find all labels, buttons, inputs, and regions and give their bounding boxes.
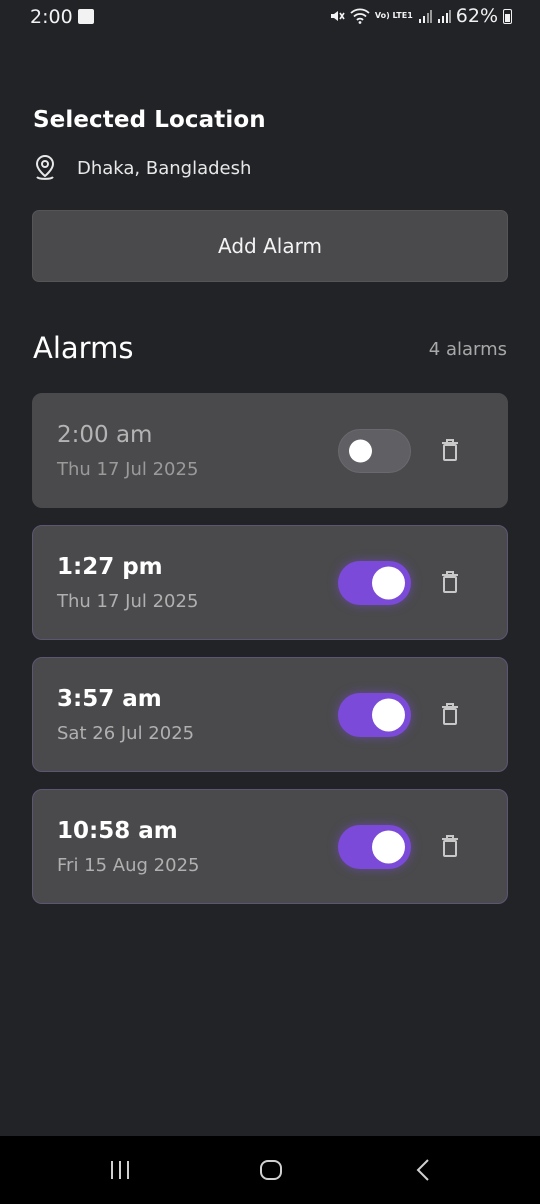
back-button[interactable]	[413, 1158, 433, 1182]
alarm-toggle[interactable]	[338, 561, 411, 605]
wifi-icon	[350, 8, 370, 24]
signal-icon-2	[437, 10, 451, 23]
alarm-time: 1:27 pm	[57, 554, 163, 580]
alarm-card: 10:58 am Fri 15 Aug 2025	[32, 789, 508, 904]
location-row: Dhaka, Bangladesh	[33, 154, 251, 182]
status-time: 2:00	[30, 6, 73, 28]
toggle-knob	[372, 830, 405, 864]
back-icon	[416, 1159, 429, 1181]
alarm-card: 2:00 am Thu 17 Jul 2025	[32, 393, 508, 508]
alarm-time: 2:00 am	[57, 422, 153, 448]
navigation-bar	[0, 1136, 540, 1204]
delete-button[interactable]	[441, 702, 459, 726]
alarms-count: 4 alarms	[428, 339, 507, 360]
toggle-knob	[372, 566, 405, 600]
add-alarm-button[interactable]: Add Alarm	[32, 210, 508, 282]
location-pin-icon	[35, 154, 55, 180]
delete-button[interactable]	[441, 570, 459, 594]
alarm-toggle[interactable]	[338, 825, 411, 869]
trash-icon	[442, 703, 458, 725]
home-button[interactable]	[259, 1158, 283, 1182]
alarm-card: 1:27 pm Thu 17 Jul 2025	[32, 525, 508, 640]
battery-percent: 62%	[455, 5, 498, 27]
alarm-date: Fri 15 Aug 2025	[57, 855, 200, 876]
lte-label: Vo) LTE1	[374, 11, 413, 20]
selected-location-title: Selected Location	[33, 107, 266, 133]
location-name: Dhaka, Bangladesh	[77, 157, 252, 179]
alarm-toggle[interactable]	[338, 693, 411, 737]
signal-icon-1	[418, 10, 432, 23]
recents-icon	[111, 1161, 129, 1179]
alarm-card: 3:57 am Sat 26 Jul 2025	[32, 657, 508, 772]
trash-icon	[442, 835, 458, 857]
alarm-date: Thu 17 Jul 2025	[57, 459, 199, 480]
toggle-knob	[349, 439, 372, 463]
delete-button[interactable]	[441, 438, 459, 462]
alarm-toggle[interactable]	[338, 429, 411, 473]
alarms-heading: Alarms	[33, 331, 134, 365]
trash-icon	[442, 571, 458, 593]
alarm-date: Sat 26 Jul 2025	[57, 723, 195, 744]
delete-button[interactable]	[441, 834, 459, 858]
gallery-notification-icon	[78, 9, 94, 24]
home-icon	[260, 1160, 282, 1180]
alarm-time: 10:58 am	[57, 818, 178, 844]
alarm-screen: 2:00 Vo) LTE1 62% Selected Location Dhak…	[0, 0, 540, 1204]
battery-icon	[503, 8, 512, 24]
toggle-knob	[372, 698, 405, 732]
alarm-date: Thu 17 Jul 2025	[57, 591, 199, 612]
status-icons: Vo) LTE1 62%	[329, 5, 512, 27]
mute-icon	[330, 11, 345, 21]
alarm-time: 3:57 am	[57, 686, 162, 712]
trash-icon	[442, 439, 458, 461]
recents-button[interactable]	[109, 1158, 131, 1182]
status-bar: 2:00 Vo) LTE1 62%	[0, 0, 540, 36]
